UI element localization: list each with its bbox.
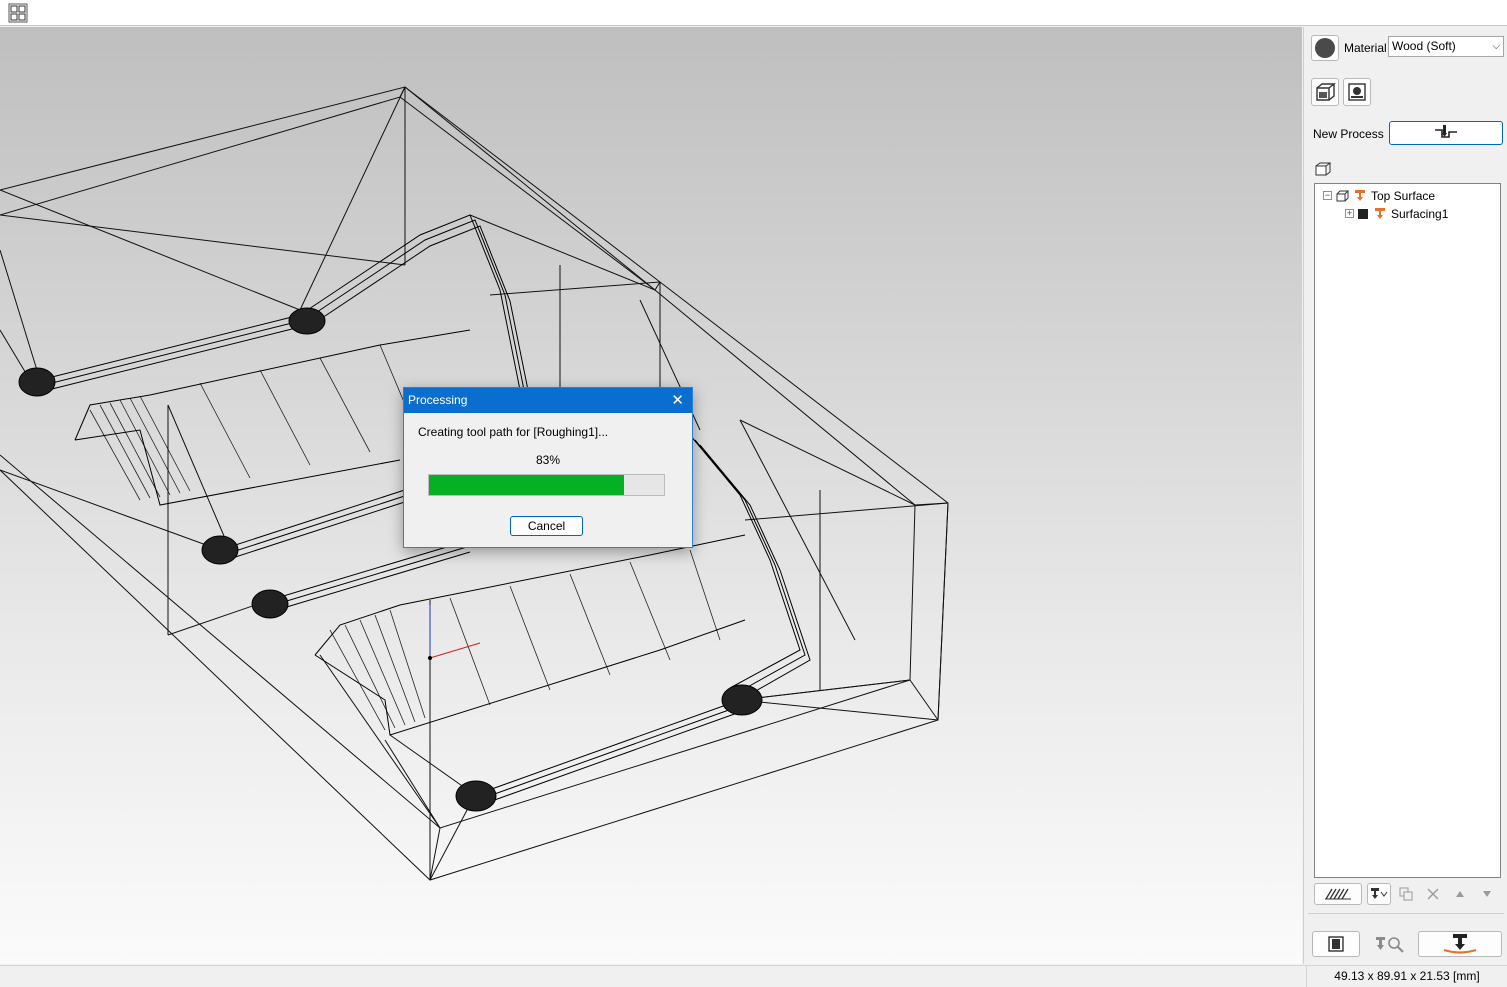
tree-boxes-icon[interactable]	[1312, 160, 1334, 178]
material-compass-icon[interactable]	[1311, 35, 1339, 61]
model-fit-icon[interactable]	[1343, 78, 1371, 106]
top-toolbar	[0, 0, 1507, 26]
dialog-title-bar[interactable]: Processing ✕	[404, 388, 692, 413]
toolpath-hatch-icon[interactable]	[1314, 883, 1362, 905]
simulation-panel-icon[interactable]	[1312, 931, 1360, 957]
new-process-tool-icon	[1435, 125, 1457, 138]
stock-box-icon[interactable]	[1311, 78, 1339, 106]
progress-bar	[428, 474, 665, 496]
cancel-button[interactable]: Cancel	[510, 516, 583, 536]
new-process-label: New Process	[1313, 127, 1384, 141]
tree-item-label: Surfacing1	[1391, 206, 1449, 221]
tree-item-top-surface[interactable]: − Top Surface	[1323, 187, 1435, 204]
expand-icon[interactable]: +	[1345, 209, 1354, 218]
tree-item-surfacing1[interactable]: + Surfacing1	[1345, 205, 1448, 222]
dialog-message: Creating tool path for [Roughing1]...	[418, 425, 609, 439]
close-icon[interactable]: ✕	[671, 388, 684, 413]
collapse-icon[interactable]: −	[1323, 191, 1332, 200]
tool-orange-icon	[1355, 190, 1365, 201]
dialog-title: Processing	[408, 393, 468, 407]
status-bar: 49.13 x 89.91 x 21.53 [mm]	[0, 965, 1507, 987]
tree-item-label: Top Surface	[1371, 188, 1436, 203]
run-toolpath-icon[interactable]	[1418, 931, 1502, 957]
move-up-icon[interactable]	[1449, 883, 1471, 905]
material-label: Material	[1344, 41, 1387, 55]
side-panel: Material Wood (Soft) ⌵ New Process − Top…	[1303, 27, 1507, 964]
panel-divider	[1308, 913, 1504, 914]
progress-fill	[429, 475, 625, 495]
copy-icon[interactable]	[1395, 883, 1417, 905]
grid-view-icon[interactable]	[6, 2, 30, 24]
process-tree: − Top Surface + Surfacing1	[1314, 183, 1501, 878]
new-process-button[interactable]	[1389, 121, 1503, 145]
progress-percent: 83%	[535, 453, 561, 467]
model-dimensions: 49.13 x 89.91 x 21.53 [mm]	[1306, 966, 1507, 987]
move-down-icon[interactable]	[1476, 883, 1498, 905]
box-icon	[1336, 190, 1350, 201]
processing-dialog: Processing ✕ Creating tool path for [Rou…	[403, 387, 693, 548]
material-value: Wood (Soft)	[1392, 39, 1456, 53]
tool-orange-icon	[1375, 208, 1385, 219]
tool-dropdown-icon[interactable]	[1367, 883, 1391, 905]
tool-search-icon[interactable]	[1365, 931, 1415, 957]
material-select[interactable]: Wood (Soft) ⌵	[1388, 36, 1504, 57]
black-square-icon	[1358, 208, 1368, 219]
chevron-down-icon: ⌵	[1492, 41, 1500, 52]
delete-icon[interactable]	[1422, 883, 1444, 905]
